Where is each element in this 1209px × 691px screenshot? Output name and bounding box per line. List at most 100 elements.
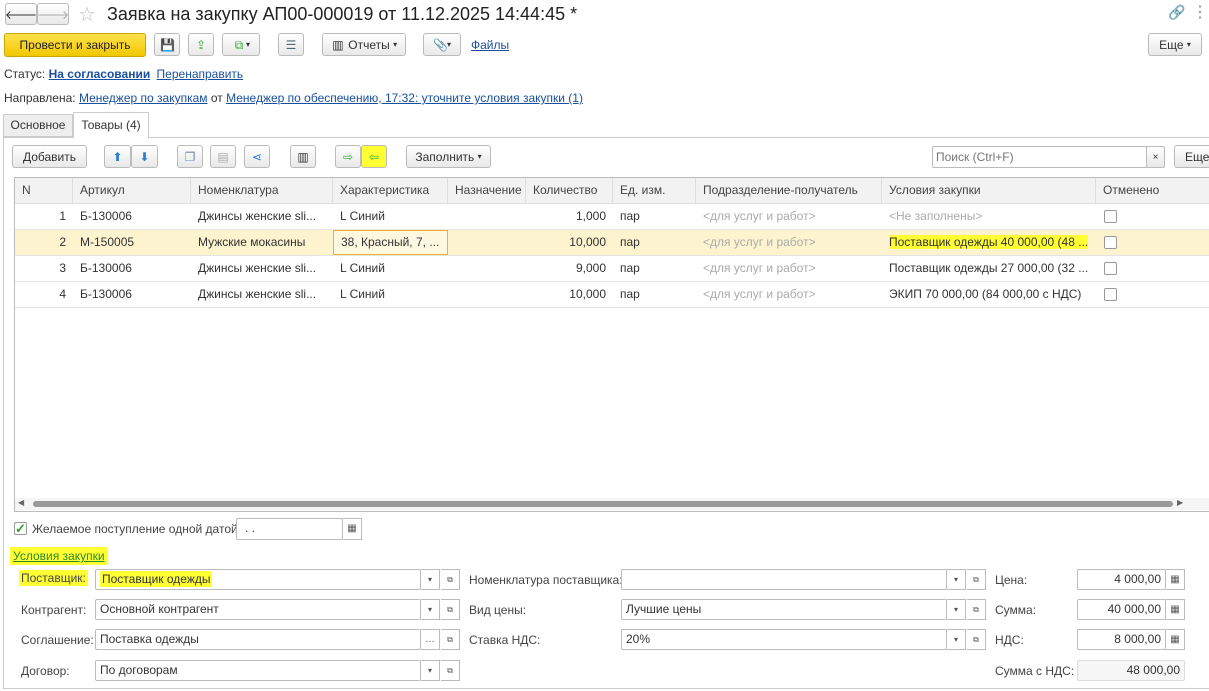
- supplier-open-button[interactable]: ⧉: [441, 569, 460, 590]
- fill-terms-button[interactable]: ⇨: [335, 145, 361, 168]
- scroll-left-icon[interactable]: ◀: [18, 498, 24, 507]
- agreement-input[interactable]: Поставка одежды: [95, 629, 421, 650]
- canceled-checkbox[interactable]: [1104, 236, 1117, 249]
- vat-rate-dropdown[interactable]: ▾: [947, 629, 966, 650]
- vat-rate-open-button[interactable]: ⧉: [967, 629, 986, 650]
- cell-article[interactable]: Б-130006: [73, 256, 191, 281]
- col-unit[interactable]: Ед. изм.: [613, 178, 696, 203]
- sum-input[interactable]: 40 000,00: [1077, 599, 1166, 620]
- col-canceled[interactable]: Отменено: [1096, 178, 1209, 203]
- cell-article[interactable]: М-150005: [73, 230, 191, 255]
- move-up-button[interactable]: ⬆: [104, 145, 131, 168]
- cell-terms[interactable]: <Не заполнены>: [882, 204, 1096, 229]
- cell-qty[interactable]: 1,000: [526, 204, 613, 229]
- cell-unit[interactable]: пар: [613, 282, 696, 307]
- post-button[interactable]: ⇪: [188, 33, 214, 56]
- cell-dept[interactable]: <для услуг и работ>: [696, 230, 882, 255]
- price-type-dropdown[interactable]: ▾: [947, 599, 966, 620]
- add-button[interactable]: Добавить: [12, 145, 87, 168]
- barcode-button[interactable]: ▥: [290, 145, 316, 168]
- col-terms[interactable]: Условия закупки: [882, 178, 1096, 203]
- post-and-close-button[interactable]: Провести и закрыть: [4, 33, 146, 57]
- agreement-select-button[interactable]: …: [421, 629, 440, 650]
- save-button[interactable]: 💾: [154, 33, 180, 56]
- desired-date-checkbox[interactable]: ✓: [14, 522, 27, 535]
- vat-rate-input[interactable]: 20%: [621, 629, 947, 650]
- price-type-open-button[interactable]: ⧉: [967, 599, 986, 620]
- cell-char[interactable]: L Синий: [333, 282, 448, 307]
- scrollbar-thumb[interactable]: [33, 501, 1173, 507]
- tab-goods[interactable]: Товары (4): [73, 112, 149, 138]
- counterparty-dropdown[interactable]: ▾: [421, 599, 440, 620]
- cell-item[interactable]: Джинсы женские sli...: [191, 282, 333, 307]
- tab-main[interactable]: Основное: [3, 114, 73, 137]
- purchase-terms-link[interactable]: Условия закупки: [10, 547, 108, 565]
- cell-terms[interactable]: ЭКИП 70 000,00 (84 000,00 с НДС): [882, 282, 1096, 307]
- table-row[interactable]: 2 М-150005 Мужские мокасины 38, Красный, 7,…: [15, 230, 1209, 256]
- forward-button[interactable]: 🡒: [37, 3, 69, 25]
- select-terms-button[interactable]: ⇦: [361, 145, 387, 168]
- col-purpose[interactable]: Назначение: [448, 178, 526, 203]
- col-department[interactable]: Подразделение-получатель: [696, 178, 882, 203]
- more-button[interactable]: Еще ▾: [1148, 33, 1202, 56]
- cell-dept[interactable]: <для услуг и работ>: [696, 204, 882, 229]
- contract-dropdown[interactable]: ▾: [421, 660, 440, 681]
- col-n[interactable]: N: [15, 178, 73, 203]
- cell-n[interactable]: 4: [15, 282, 73, 307]
- status-value-link[interactable]: На согласовании: [49, 67, 151, 81]
- col-characteristic[interactable]: Характеристика: [333, 178, 448, 203]
- cell-purpose[interactable]: [448, 256, 526, 281]
- reports-button[interactable]: ▥ Отчеты ▾: [322, 33, 406, 56]
- split-button[interactable]: ⋖: [244, 145, 270, 168]
- fill-button[interactable]: Заполнить ▾: [406, 145, 491, 168]
- sum-calc-button[interactable]: ▦: [1166, 599, 1185, 620]
- vat-input[interactable]: 8 000,00: [1077, 629, 1166, 650]
- cell-unit[interactable]: пар: [613, 230, 696, 255]
- table-row[interactable]: 4 Б-130006 Джинсы женские sli... L Синий 10,…: [15, 282, 1209, 308]
- cell-char[interactable]: L Синий: [333, 204, 448, 229]
- cell-char[interactable]: L Синий: [333, 256, 448, 281]
- vat-calc-button[interactable]: ▦: [1166, 629, 1185, 650]
- cell-qty[interactable]: 10,000: [526, 282, 613, 307]
- scroll-right-icon[interactable]: ▶: [1177, 498, 1183, 507]
- supplier-item-input[interactable]: [621, 569, 947, 590]
- cell-article[interactable]: Б-130006: [73, 282, 191, 307]
- cell-item[interactable]: Мужские мокасины: [191, 230, 333, 255]
- create-based-on-button[interactable]: ⧉ ▾: [222, 33, 260, 56]
- supplier-item-open-button[interactable]: ⧉: [967, 569, 986, 590]
- cell-item[interactable]: Джинсы женские sli...: [191, 256, 333, 281]
- favorite-star-icon[interactable]: ☆: [78, 2, 96, 27]
- counterparty-open-button[interactable]: ⧉: [441, 599, 460, 620]
- col-quantity[interactable]: Количество: [526, 178, 613, 203]
- search-input[interactable]: [932, 146, 1147, 168]
- contract-open-button[interactable]: ⧉: [441, 660, 460, 681]
- table-more-button[interactable]: Еще: [1174, 145, 1209, 168]
- table-row[interactable]: 3 Б-130006 Джинсы женские sli... L Синий 9,0…: [15, 256, 1209, 282]
- cell-purpose[interactable]: [448, 230, 526, 255]
- col-item[interactable]: Номенклатура: [191, 178, 333, 203]
- canceled-checkbox[interactable]: [1104, 262, 1117, 275]
- horizontal-scrollbar[interactable]: ◀ ▶: [15, 498, 1209, 510]
- copy-button[interactable]: ❐: [177, 145, 203, 168]
- counterparty-input[interactable]: Основной контрагент: [95, 599, 421, 620]
- table-row[interactable]: 1 Б-130006 Джинсы женские sli... L Синий 1,0…: [15, 204, 1209, 230]
- agreement-open-button[interactable]: ⧉: [441, 629, 460, 650]
- price-calc-button[interactable]: ▦: [1166, 569, 1185, 590]
- cell-n[interactable]: 2: [15, 230, 73, 255]
- canceled-checkbox[interactable]: [1104, 210, 1117, 223]
- cell-unit[interactable]: пар: [613, 256, 696, 281]
- attach-button[interactable]: 📎 ▾: [423, 33, 461, 56]
- supplier-input[interactable]: Поставщик одежды: [95, 569, 421, 590]
- price-input[interactable]: 4 000,00: [1077, 569, 1166, 590]
- supplier-dropdown[interactable]: ▾: [421, 569, 440, 590]
- cell-n[interactable]: 3: [15, 256, 73, 281]
- contract-input[interactable]: По договорам: [95, 660, 421, 681]
- print-list-button[interactable]: ☰: [278, 33, 304, 56]
- calendar-button[interactable]: ▦: [343, 518, 362, 540]
- move-down-button[interactable]: ⬇: [131, 145, 158, 168]
- files-link[interactable]: Файлы: [471, 38, 509, 52]
- cell-n[interactable]: 1: [15, 204, 73, 229]
- back-button[interactable]: 🡐: [5, 3, 37, 25]
- more-vertical-icon[interactable]: ⋮: [1192, 2, 1208, 22]
- link-icon[interactable]: 🔗: [1168, 4, 1185, 21]
